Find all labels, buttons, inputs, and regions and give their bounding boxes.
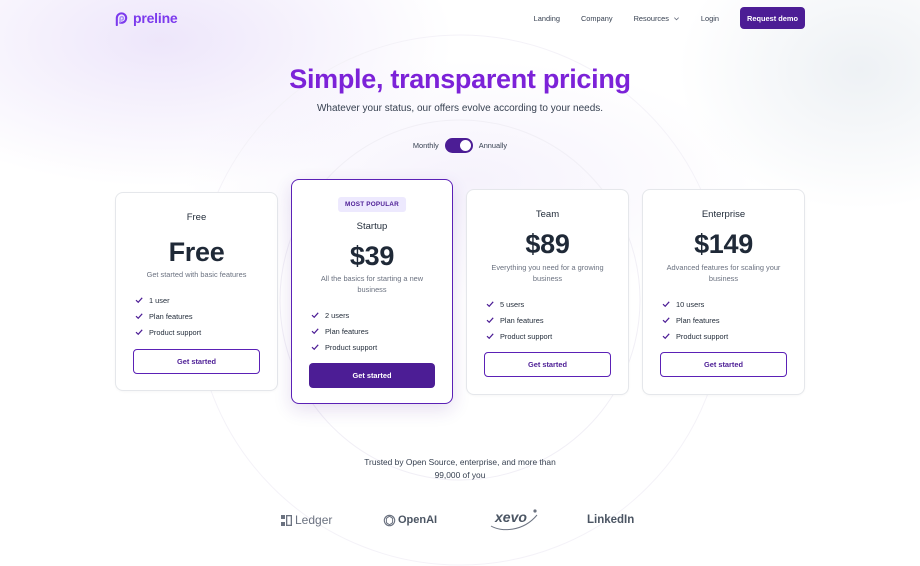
feature-list: 2 users Plan features Product support	[310, 307, 377, 355]
check-icon	[486, 301, 494, 308]
get-started-button-startup[interactable]: Get started	[309, 363, 435, 388]
page-subtitle: Whatever your status, our offers evolve …	[316, 103, 604, 114]
plan-price: $89	[525, 229, 570, 259]
feature-item: Product support	[134, 324, 201, 340]
openai-wordmark: OpenAI	[398, 514, 438, 526]
feature-item: 1 user	[134, 292, 201, 308]
feature-item: Product support	[310, 339, 377, 355]
feature-label: Product support	[325, 342, 378, 352]
most-popular-badge: MOST POPULAR	[338, 197, 406, 212]
feature-label: 1 user	[149, 295, 170, 305]
plan-description: All the basics for starting a new busine…	[320, 274, 424, 294]
feature-label: Plan features	[149, 311, 193, 321]
openai-logo: OpenAI	[383, 506, 437, 534]
nav-link-landing[interactable]: Landing	[534, 14, 560, 23]
ledger-logo: Ledger	[281, 506, 332, 534]
plan-description: Everything you need for a growing busine…	[491, 263, 604, 283]
pricing-card-free: Free Free Get started with basic feature…	[115, 192, 278, 391]
check-icon	[135, 313, 143, 320]
check-icon	[662, 301, 670, 308]
plan-description: Get started with basic features	[146, 270, 247, 279]
linkedin-logo: LinkedIn	[587, 506, 634, 534]
annually-label[interactable]: Annually	[479, 141, 507, 150]
pricing-card-startup: MOST POPULAR Startup $39 All the basics …	[291, 179, 453, 404]
plan-description: Advanced features for scaling your busin…	[666, 263, 781, 283]
check-icon	[311, 344, 319, 351]
feature-list: 10 users Plan features Product support	[661, 296, 728, 344]
xevo-wordmark: xevo	[495, 509, 527, 525]
check-icon	[486, 317, 494, 324]
page-title: Simple, transparent pricing	[289, 64, 631, 94]
get-started-button-enterprise[interactable]: Get started	[660, 352, 787, 377]
plan-name: Enterprise	[701, 209, 746, 220]
feature-item: 2 users	[310, 307, 377, 323]
check-icon	[135, 297, 143, 304]
top-navbar: preline Landing Company Resources Login …	[114, 7, 805, 29]
nav-link-company[interactable]: Company	[581, 14, 613, 23]
feature-item: 10 users	[661, 296, 728, 312]
billing-toggle-row: Monthly Annually	[0, 138, 920, 153]
plan-price: Free	[168, 237, 225, 267]
check-icon	[135, 329, 143, 336]
ledger-wordmark: Ledger	[295, 513, 333, 527]
feature-label: Product support	[500, 331, 553, 341]
feature-label: 10 users	[676, 299, 705, 309]
ledger-mark-icon	[281, 514, 292, 526]
brand-logo[interactable]: preline	[114, 10, 178, 26]
feature-label: Plan features	[676, 315, 720, 325]
feature-item: Plan features	[310, 323, 377, 339]
billing-period-switch[interactable]	[444, 138, 473, 153]
partner-logos: Ledger OpenAI xevo LinkedIn	[0, 506, 920, 534]
chevron-down-icon	[673, 16, 679, 20]
feature-label: 5 users	[500, 299, 525, 309]
plan-price: $39	[349, 241, 395, 271]
nav-dropdown-resources[interactable]: Resources	[634, 14, 680, 23]
get-started-button-free[interactable]: Get started	[133, 349, 260, 374]
check-icon	[486, 333, 494, 340]
check-icon	[311, 328, 319, 335]
feature-label: Product support	[149, 327, 202, 337]
main-nav: Landing Company Resources Login Request …	[513, 7, 805, 29]
check-icon	[662, 317, 670, 324]
trusted-line-2: 99,000 of you	[434, 469, 486, 480]
feature-item: Plan features	[134, 308, 201, 324]
check-icon	[662, 333, 670, 340]
preline-logo-icon	[115, 11, 128, 26]
feature-label: Plan features	[325, 326, 369, 336]
request-demo-button[interactable]: Request demo	[740, 7, 805, 29]
feature-item: Product support	[661, 328, 728, 344]
plan-name: Team	[535, 209, 560, 220]
plan-price: $149	[694, 229, 753, 259]
plan-name: Free	[186, 212, 207, 223]
feature-item: Product support	[485, 328, 552, 344]
monthly-label[interactable]: Monthly	[413, 141, 439, 150]
pricing-card-team: Team $89 Everything you need for a growi…	[466, 189, 629, 395]
feature-item: Plan features	[661, 312, 728, 328]
trusted-line-1: Trusted by Open Source, enterprise, and …	[364, 457, 556, 467]
openai-mark-icon	[383, 514, 396, 526]
check-icon	[311, 312, 319, 319]
brand-name: preline	[133, 10, 178, 26]
xevo-logo: xevo	[489, 506, 539, 534]
feature-item: 5 users	[485, 296, 552, 312]
get-started-button-team[interactable]: Get started	[484, 352, 611, 377]
trusted-by-text: Trusted by Open Source, enterprise, and …	[0, 456, 920, 481]
feature-item: Plan features	[485, 312, 552, 328]
feature-label: Plan features	[500, 315, 544, 325]
feature-label: Product support	[676, 331, 729, 341]
nav-link-login[interactable]: Login	[701, 14, 719, 23]
feature-list: 5 users Plan features Product support	[485, 296, 552, 344]
pricing-card-enterprise: Enterprise $149 Advanced features for sc…	[642, 189, 805, 395]
feature-label: 2 users	[325, 310, 350, 320]
switch-knob	[459, 140, 471, 151]
nav-link-resources-label: Resources	[633, 13, 669, 23]
feature-list: 1 user Plan features Product support	[134, 292, 201, 340]
plan-name: Startup	[356, 221, 388, 232]
linkedin-wordmark: LinkedIn	[587, 514, 635, 526]
